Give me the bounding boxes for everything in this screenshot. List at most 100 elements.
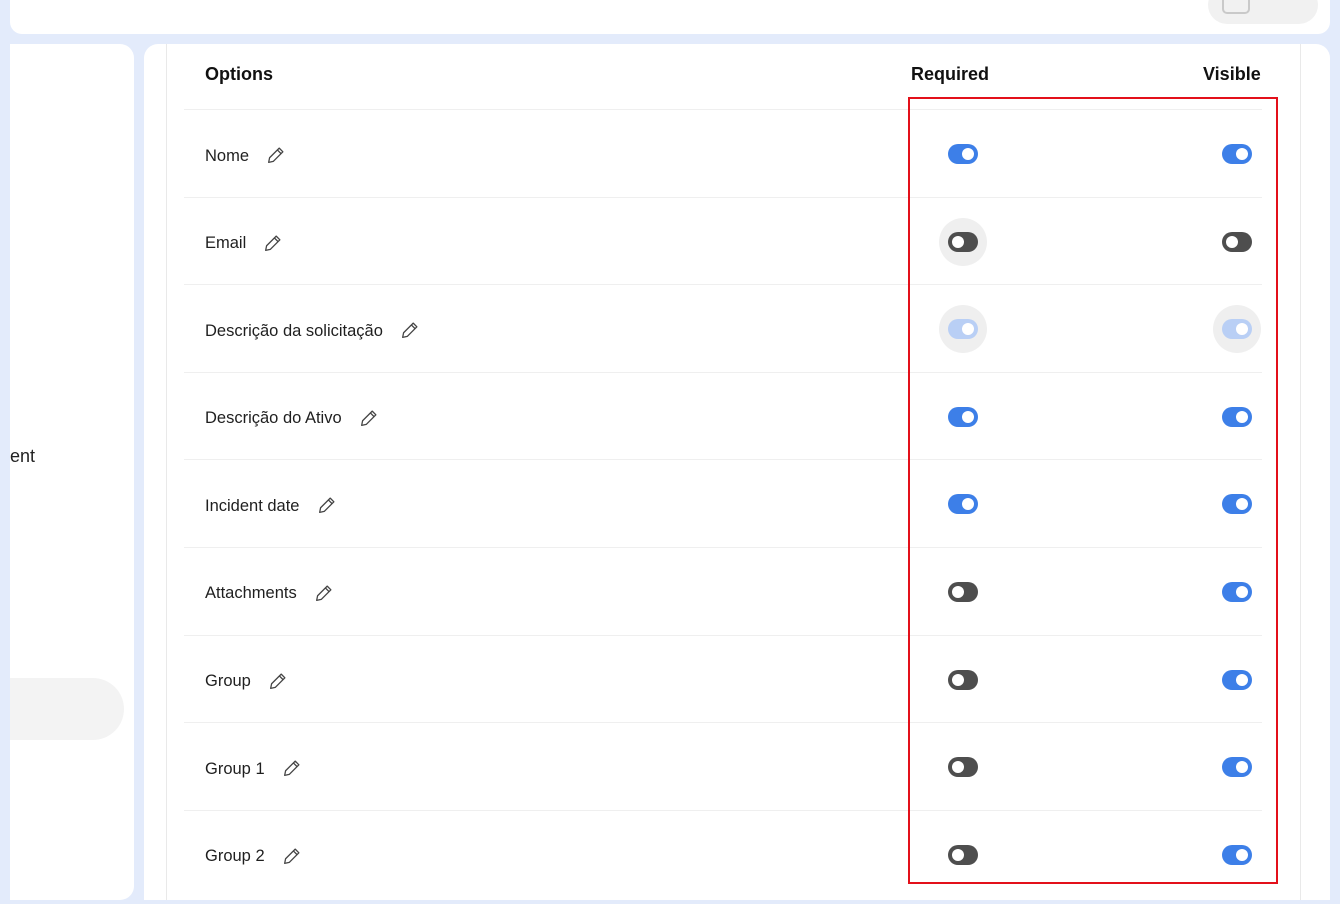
visible-toggle[interactable] (1222, 406, 1252, 427)
pencil-icon[interactable] (267, 670, 291, 694)
option-label: Email (205, 232, 286, 256)
options-table-body: Nome Email Descrição da solicitação Descriç… (184, 110, 1262, 898)
pencil-icon[interactable] (281, 845, 305, 869)
visible-toggle-wrapper (1213, 393, 1261, 441)
option-label: Group (205, 670, 291, 694)
toggle-knob (1236, 673, 1248, 686)
required-toggle[interactable] (948, 844, 978, 865)
option-label: Descrição do Ativo (205, 407, 382, 431)
required-toggle[interactable] (948, 757, 978, 778)
top-action-icon (1222, 0, 1250, 14)
visible-toggle[interactable] (1222, 669, 1252, 690)
table-row: Nome (184, 110, 1262, 198)
sidebar-selected-item[interactable] (10, 678, 124, 740)
toggle-knob (1236, 761, 1248, 774)
panel-divider (166, 44, 167, 900)
toggle-knob (1236, 323, 1248, 336)
option-label-text: Descrição do Ativo (205, 409, 342, 428)
required-toggle[interactable] (948, 581, 978, 602)
pencil-icon[interactable] (313, 582, 337, 606)
table-row: Group (184, 636, 1262, 724)
toggle-knob (1236, 498, 1248, 511)
visible-toggle-wrapper (1213, 831, 1261, 879)
required-toggle[interactable] (948, 494, 978, 515)
column-header-options: Options (205, 64, 273, 84)
pencil-icon[interactable] (399, 319, 423, 343)
sidebar-item-label[interactable]: ent (10, 446, 35, 467)
visible-toggle-wrapper (1213, 130, 1261, 178)
visible-toggle (1222, 319, 1252, 340)
required-toggle[interactable] (948, 406, 978, 427)
required-toggle[interactable] (948, 231, 978, 252)
option-label: Nome (205, 144, 289, 168)
table-row: Group 2 (184, 811, 1262, 899)
toggle-knob (1236, 148, 1248, 160)
column-header-visible: Visible (1203, 64, 1261, 84)
required-toggle[interactable] (948, 669, 978, 690)
required-toggle[interactable] (948, 144, 978, 164)
visible-toggle[interactable] (1222, 581, 1252, 602)
toggle-knob (952, 761, 964, 774)
option-label-text: Incident date (205, 496, 300, 515)
option-label: Group 2 (205, 845, 305, 869)
required-toggle-wrapper (939, 743, 987, 791)
visible-toggle[interactable] (1222, 844, 1252, 865)
toggle-knob (952, 235, 964, 248)
option-label-text: Email (205, 234, 247, 253)
panel-divider (1300, 44, 1301, 900)
visible-toggle-wrapper (1213, 480, 1261, 528)
option-label-text: Group (205, 672, 251, 691)
visible-toggle[interactable] (1222, 144, 1252, 164)
visible-toggle-wrapper (1213, 743, 1261, 791)
required-toggle (948, 319, 978, 340)
visible-toggle[interactable] (1222, 494, 1252, 515)
visible-toggle-wrapper (1213, 305, 1261, 354)
required-toggle-wrapper (939, 393, 987, 441)
toggle-knob (962, 323, 974, 336)
option-label-text: Group 2 (205, 847, 265, 866)
pencil-icon[interactable] (281, 757, 305, 781)
column-header-required: Required (911, 64, 990, 84)
visible-toggle[interactable] (1222, 757, 1252, 778)
toggle-knob (962, 410, 974, 423)
option-label: Incident date (205, 494, 340, 518)
option-label: Group 1 (205, 757, 305, 781)
options-table-header: Options Required Visible (184, 44, 1262, 110)
toggle-knob (962, 148, 974, 160)
table-row: Incident date (184, 460, 1262, 548)
required-toggle-wrapper (939, 305, 987, 354)
table-row: Descrição do Ativo (184, 373, 1262, 461)
option-label-text: Group 1 (205, 759, 265, 778)
option-label-text: Attachments (205, 584, 297, 603)
toggle-knob (952, 673, 964, 686)
table-row: Group 1 (184, 723, 1262, 811)
required-toggle-wrapper (939, 217, 987, 266)
pencil-icon[interactable] (265, 144, 289, 168)
option-label: Descrição da solicitação (205, 319, 423, 343)
visible-toggle-wrapper (1213, 656, 1261, 704)
visible-toggle[interactable] (1222, 231, 1252, 252)
option-label-text: Nome (205, 146, 250, 165)
visible-toggle-wrapper (1213, 568, 1261, 616)
visible-toggle-wrapper (1213, 218, 1261, 266)
table-row: Email (184, 198, 1262, 286)
pencil-icon[interactable] (316, 494, 340, 518)
option-label-text: Descrição da solicitação (205, 321, 383, 340)
top-bar (10, 0, 1330, 34)
required-toggle-wrapper (939, 568, 987, 616)
toggle-knob (952, 848, 964, 861)
left-sidebar: ent (10, 44, 134, 900)
table-row: Descrição da solicitação (184, 285, 1262, 373)
toggle-knob (952, 585, 964, 598)
required-toggle-wrapper (939, 831, 987, 879)
toggle-knob (962, 498, 974, 511)
toggle-knob (1236, 410, 1248, 423)
required-toggle-wrapper (939, 656, 987, 704)
required-toggle-wrapper (939, 480, 987, 528)
pencil-icon[interactable] (358, 407, 382, 431)
options-panel: Options Required Visible Nome Email Descri… (144, 44, 1330, 900)
toggle-knob (1236, 585, 1248, 598)
option-label: Attachments (205, 582, 337, 606)
pencil-icon[interactable] (262, 232, 286, 256)
toggle-knob (1226, 235, 1238, 248)
